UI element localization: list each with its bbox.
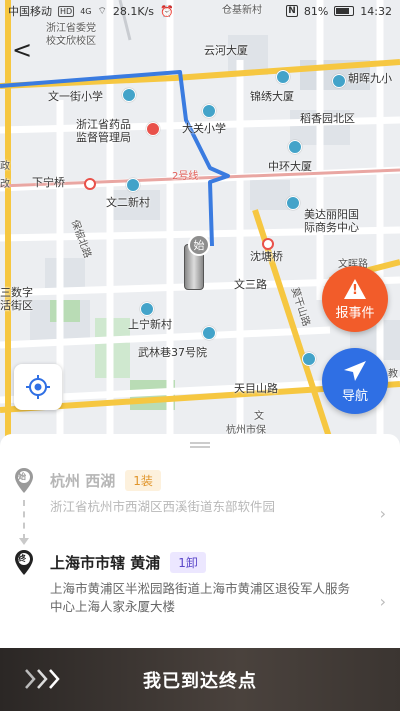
report-event-label: 报事件 — [335, 305, 375, 321]
clock: 14:32 — [360, 4, 392, 18]
navigate-label: 导航 — [341, 388, 368, 404]
map-label: 监督管理局 — [76, 131, 131, 144]
alarm-icon: ⏰ — [160, 4, 174, 18]
navigation-arrow-icon — [344, 360, 366, 381]
poi-marker[interactable] — [332, 74, 346, 88]
destination-address: 上海市黄浦区半淞园路街道上海市黄浦区退役军人服务中心上海人家永厦大楼 — [50, 581, 351, 614]
poi-marker[interactable] — [146, 122, 160, 136]
map-label: 活街区 — [0, 299, 33, 312]
map-label: 锦绣大厦 — [250, 90, 294, 103]
route-connector-arrow — [19, 538, 29, 545]
hd-icon: HD — [58, 5, 75, 17]
map-label: 文二新村 — [106, 196, 150, 209]
metro-station-icon — [84, 178, 96, 190]
map-label: 校文欣校区 — [46, 36, 96, 47]
map-label: 浙江省委党 — [46, 23, 96, 34]
route-connector — [23, 500, 25, 540]
map-label: 下宁桥 — [32, 176, 65, 189]
navigate-button[interactable]: 导航 — [322, 348, 388, 414]
map-label: 政 — [0, 161, 10, 172]
locate-button[interactable] — [14, 364, 62, 410]
origin-name: 杭州 西湖 — [50, 472, 116, 490]
map-label: 上宁新村 — [128, 318, 172, 331]
battery-percent: 81% — [303, 4, 329, 18]
slide-chevrons-icon — [25, 669, 60, 689]
map-label: 浙江省药品 — [76, 118, 131, 131]
poi-marker[interactable] — [122, 88, 136, 102]
arrive-destination-label: 我已到达终点 — [143, 670, 257, 692]
locate-icon — [26, 375, 50, 399]
map-label: 武林巷37号院 — [138, 346, 207, 359]
chevron-right-icon: › — [379, 592, 386, 611]
unload-tag: 1卸 — [170, 552, 206, 573]
map-label: 际商务中心 — [304, 221, 359, 234]
map-label: 朝晖九小 — [348, 72, 392, 85]
carrier: 中国移动 — [8, 5, 52, 18]
start-badge: 始 — [188, 234, 210, 256]
origin-address: 浙江省杭州市西湖区西溪街道东部软件园 — [50, 499, 276, 514]
chevron-right-icon: › — [379, 504, 386, 523]
sheet-drag-handle[interactable] — [190, 442, 210, 448]
map-label: 文一街小学 — [48, 90, 103, 103]
map-label: 教 — [388, 369, 398, 380]
status-bar: 中国移动 HD 4G ⌔ 28.1K/s ⏰ N 81% 14:32 — [0, 0, 400, 22]
wifi-icon: ⌔ — [97, 5, 107, 17]
network-type: 4G — [80, 6, 92, 16]
warning-icon-mark: ! — [352, 283, 358, 298]
destination-name: 上海市市辖 黄浦 — [50, 554, 161, 572]
origin-badge: 始 — [18, 472, 26, 481]
map-label: 改 — [0, 179, 10, 190]
map-label: 中环大厦 — [268, 160, 312, 173]
poi-marker[interactable] — [202, 104, 216, 118]
destination-badge: 终 — [18, 554, 26, 563]
map-label: 三数字 — [0, 286, 33, 299]
back-button[interactable]: < — [12, 38, 32, 62]
poi-marker[interactable] — [202, 326, 216, 340]
poi-marker[interactable] — [302, 352, 316, 366]
battery-icon — [334, 6, 355, 16]
net-speed: 28.1K/s — [112, 4, 155, 18]
poi-marker[interactable] — [126, 178, 140, 192]
metro-station-icon — [262, 238, 274, 250]
poi-marker[interactable] — [276, 70, 290, 84]
map-label: 美达丽阳国 — [304, 208, 359, 221]
vehicle-marker: 始 — [178, 234, 214, 294]
map-label: 文 — [254, 411, 264, 422]
poi-marker[interactable] — [286, 196, 300, 210]
map-label: 大关小学 — [182, 122, 226, 135]
map-label: 沈塘桥 — [250, 250, 283, 263]
nfc-icon: N — [286, 5, 298, 17]
trip-sheet: 始 杭州 西湖 1装 浙江省杭州市西湖区西溪街道东部软件园 › 终 上海市市辖 … — [0, 434, 400, 654]
map-label: 云河大厦 — [204, 44, 248, 57]
map-label: 2号线 — [172, 171, 199, 182]
load-tag: 1装 — [125, 470, 161, 491]
poi-marker[interactable] — [288, 140, 302, 154]
map-label: 天目山路 — [234, 382, 278, 395]
report-event-button[interactable]: ! 报事件 — [322, 266, 388, 332]
arrive-destination-button[interactable]: 我已到达终点 — [0, 648, 400, 711]
poi-marker[interactable] — [140, 302, 154, 316]
map-label: 稻香园北区 — [300, 112, 355, 125]
map-label: 文三路 — [234, 278, 267, 291]
